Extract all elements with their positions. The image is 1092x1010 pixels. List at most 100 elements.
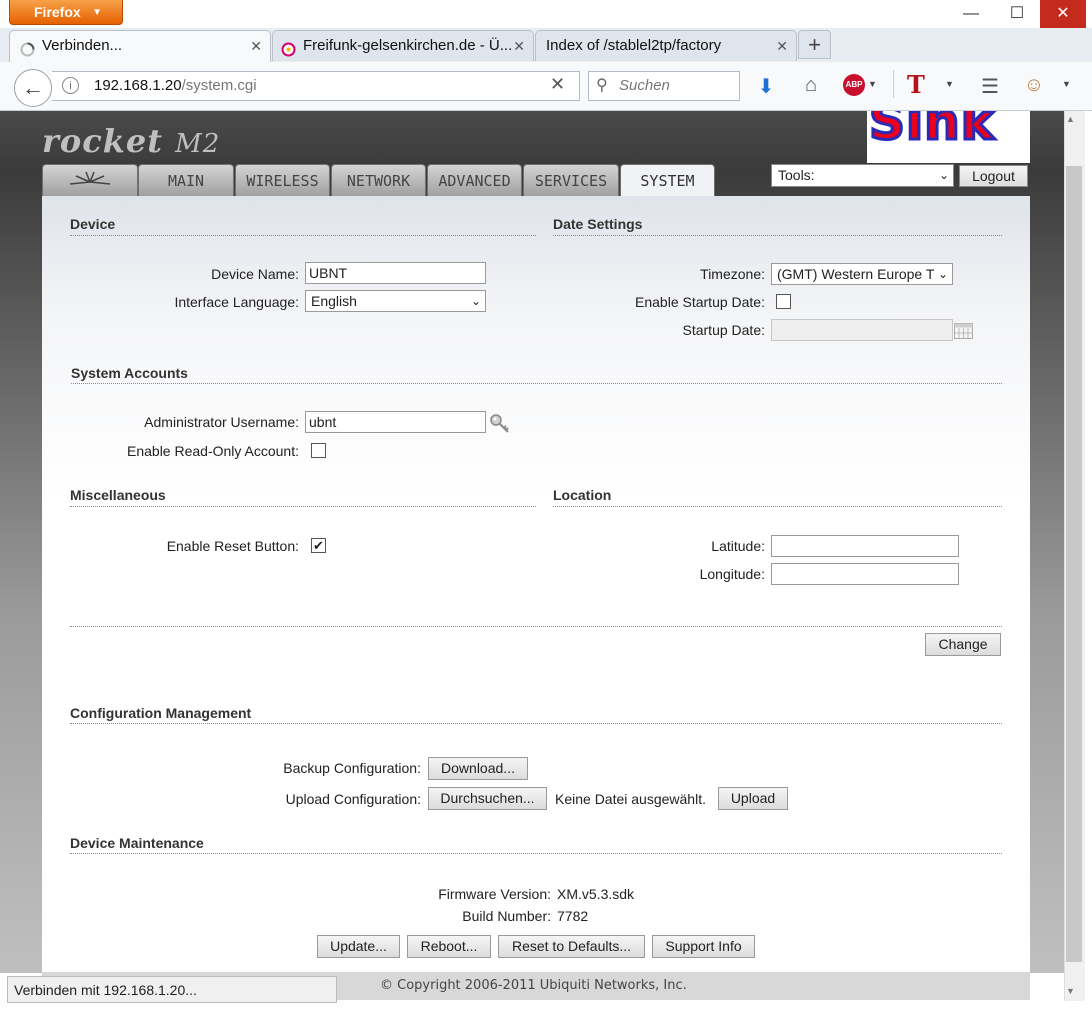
greasemonkey-icon[interactable]: ☺ [1020, 74, 1048, 97]
home-icon[interactable]: ⌂ [797, 74, 825, 97]
browser-status-bar: Verbinden mit 192.168.1.20... [7, 976, 337, 1003]
reset-to-defaults-button[interactable]: Reset to Defaults... [498, 935, 645, 958]
new-tab-button[interactable]: + [798, 30, 831, 59]
tab-label: Index of /stablel2tp/factory [546, 37, 722, 54]
interface-language-label: Interface Language: [174, 294, 299, 310]
close-icon[interactable]: ✕ [776, 31, 788, 61]
backup-configuration-label: Backup Configuration: [283, 760, 421, 776]
info-icon[interactable]: i [62, 77, 79, 94]
tab-wireless[interactable]: WIRELESS [235, 164, 330, 197]
reboot-button[interactable]: Reboot... [407, 935, 491, 958]
section-title-device: Device [70, 216, 116, 232]
tab-network[interactable]: NETWORK [331, 164, 426, 197]
update-button[interactable]: Update... [317, 935, 400, 958]
browser-tab-1[interactable]: Verbinden... ✕ [9, 30, 271, 62]
chevron-down-icon[interactable]: ▼ [1062, 79, 1071, 89]
chevron-down-icon[interactable]: ▼ [868, 79, 877, 89]
interface-language-select[interactable]: English ⌄ [305, 290, 486, 312]
tab-system[interactable]: SYSTEM [620, 164, 715, 198]
firmware-version-label: Firmware Version: [438, 886, 551, 902]
device-name-label: Device Name: [211, 266, 299, 282]
section-divider [553, 235, 1002, 236]
back-arrow-icon: ← [22, 75, 44, 100]
latitude-label: Latitude: [711, 538, 765, 554]
tab-advanced[interactable]: ADVANCED [427, 164, 522, 197]
section-title-configuration-management: Configuration Management [70, 705, 252, 721]
startup-date-label: Startup Date: [682, 322, 766, 338]
scrollbar-thumb[interactable] [1066, 166, 1082, 962]
title-bar [0, 0, 1092, 29]
section-divider [70, 235, 536, 236]
freifunk-favicon-icon [281, 38, 296, 57]
close-icon[interactable]: ✕ [250, 31, 262, 61]
read-only-account-checkbox[interactable] [311, 443, 326, 458]
tab-services[interactable]: SERVICES [523, 164, 619, 197]
timezone-label: Timezone: [700, 266, 765, 282]
firefox-menu-button[interactable]: Firefox ▼ [9, 0, 123, 25]
ubiquiti-logo-icon [66, 171, 114, 190]
key-icon[interactable] [489, 413, 511, 438]
logout-button[interactable]: Logout [959, 165, 1028, 187]
browse-file-button[interactable]: Durchsuchen... [428, 787, 547, 810]
menu-icon[interactable]: ☰ [976, 74, 1004, 99]
close-window-button[interactable]: ✕ [1040, 0, 1086, 28]
search-placeholder: Suchen [619, 77, 670, 94]
enable-startup-date-checkbox[interactable] [776, 294, 791, 309]
timezone-select[interactable]: (GMT) Western Europe T ⌄ [771, 263, 953, 285]
read-only-account-label: Enable Read-Only Account: [127, 443, 299, 459]
chevron-down-icon: ⌄ [468, 291, 481, 311]
section-title-location: Location [553, 487, 612, 503]
enable-startup-date-label: Enable Startup Date: [635, 294, 765, 310]
download-button[interactable]: Download... [428, 757, 528, 780]
scroll-down-icon[interactable]: ▼ [1066, 986, 1075, 996]
download-icon[interactable]: ⬇ [752, 74, 780, 99]
upload-button[interactable]: Upload [718, 787, 788, 810]
enable-reset-button-label: Enable Reset Button: [166, 538, 299, 554]
back-button[interactable]: ← [14, 69, 52, 107]
enable-reset-button-checkbox[interactable]: ✔ [311, 538, 326, 553]
checkmark-icon: ✔ [313, 538, 324, 553]
latitude-input[interactable] [771, 535, 959, 557]
section-divider [553, 506, 1002, 507]
minimize-button[interactable]: — [948, 0, 994, 28]
scroll-up-icon[interactable]: ▲ [1066, 114, 1075, 124]
admin-username-input[interactable]: ubnt [305, 411, 486, 433]
chevron-down-icon: ⌄ [935, 264, 948, 284]
section-divider [70, 723, 1002, 724]
maximize-button[interactable]: ☐ [994, 0, 1040, 28]
copyright-text: © Copyright 2006-2011 Ubiquiti Networks,… [380, 978, 687, 993]
toolbar-divider [893, 70, 894, 98]
close-icon[interactable]: ✕ [513, 31, 525, 61]
longitude-input[interactable] [771, 563, 959, 585]
device-name-input[interactable]: UBNT [305, 262, 486, 284]
tab-label: Verbinden... [42, 37, 123, 54]
tools-dropdown[interactable]: Tools: ⌄ [771, 164, 954, 187]
upload-configuration-label: Upload Configuration: [285, 791, 421, 807]
change-button[interactable]: Change [925, 633, 1001, 656]
adblock-icon[interactable]: ABP [843, 74, 865, 96]
startup-date-input[interactable] [771, 319, 953, 341]
loading-spinner-icon [20, 38, 35, 57]
search-icon: ⚲ [596, 77, 608, 94]
translate-icon[interactable]: T [907, 70, 925, 99]
section-title-miscellaneous: Miscellaneous [70, 487, 166, 503]
support-info-button[interactable]: Support Info [652, 935, 755, 958]
tab-main[interactable]: MAIN [138, 164, 234, 197]
chevron-down-icon[interactable]: ▼ [945, 79, 954, 89]
stop-icon[interactable]: ✕ [550, 74, 565, 95]
longitude-label: Longitude: [699, 566, 765, 582]
chevron-down-icon: ⌄ [938, 168, 949, 182]
build-number-label: Build Number: [462, 908, 551, 924]
section-divider [70, 506, 536, 507]
url-text[interactable]: 192.168.1.20/system.cgi [94, 77, 257, 94]
calendar-icon[interactable] [954, 321, 973, 342]
firmware-version-value: XM.v5.3.sdk [557, 886, 635, 902]
tab-ubnt-logo[interactable] [42, 164, 138, 197]
tab-label: Freifunk-gelsenkirchen.de - Ü... [303, 37, 513, 54]
rocket-logo: rocket M2 [42, 122, 221, 160]
browser-tab-3[interactable]: Index of /stablel2tp/factory ✕ [535, 30, 797, 61]
browser-tab-2[interactable]: Freifunk-gelsenkirchen.de - Ü... ✕ [272, 30, 534, 61]
build-number-value: 7782 [557, 908, 589, 924]
section-divider [71, 383, 1002, 384]
chevron-down-icon: ▼ [92, 7, 102, 18]
